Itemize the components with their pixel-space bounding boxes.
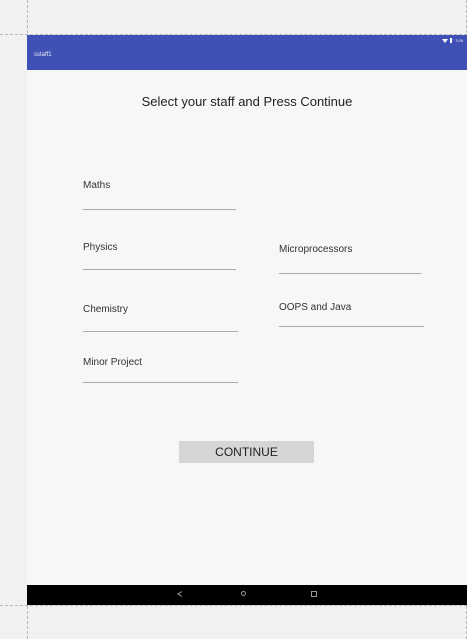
subject-field-minor-project[interactable]: Minor Project <box>83 357 238 387</box>
home-icon[interactable] <box>241 591 246 596</box>
subject-label: OOPS and Java <box>279 302 352 313</box>
field-underline <box>83 382 238 383</box>
field-underline <box>83 269 236 270</box>
subject-label: Chemistry <box>83 304 129 315</box>
back-icon-inner <box>179 592 182 596</box>
subject-label: Microprocessors <box>279 244 353 255</box>
subject-label: Minor Project <box>83 357 142 368</box>
subject-field-chemistry[interactable]: Chemistry <box>83 304 238 334</box>
subject-field-microprocessors[interactable]: Microprocessors <box>279 244 421 274</box>
system-nav-bar <box>27 585 467 605</box>
page-heading: Select your staff and Press Continue <box>141 94 353 109</box>
continue-button[interactable]: CONTINUE <box>179 441 314 463</box>
status-bar: 7:09 <box>442 37 463 44</box>
field-underline <box>279 326 424 327</box>
subject-label: Maths <box>83 180 111 191</box>
layout-guide-bottom <box>0 605 467 606</box>
status-time: 7:09 <box>455 38 463 43</box>
app-title: sstaff1 <box>34 52 52 58</box>
recent-apps-icon[interactable] <box>311 591 317 597</box>
field-underline <box>83 331 238 332</box>
battery-icon <box>450 38 453 43</box>
subject-field-maths[interactable]: Maths <box>83 180 236 210</box>
wifi-icon <box>442 38 449 43</box>
field-underline <box>279 273 421 274</box>
subject-field-oops-java[interactable]: OOPS and Java <box>279 302 424 332</box>
app-bar: sstaff1 7:09 <box>27 35 467 70</box>
subject-label: Physics <box>83 242 118 253</box>
subject-field-physics[interactable]: Physics <box>83 242 236 272</box>
field-underline <box>83 209 236 210</box>
device-screen: sstaff1 7:09 Select your staff and Press… <box>27 35 467 605</box>
